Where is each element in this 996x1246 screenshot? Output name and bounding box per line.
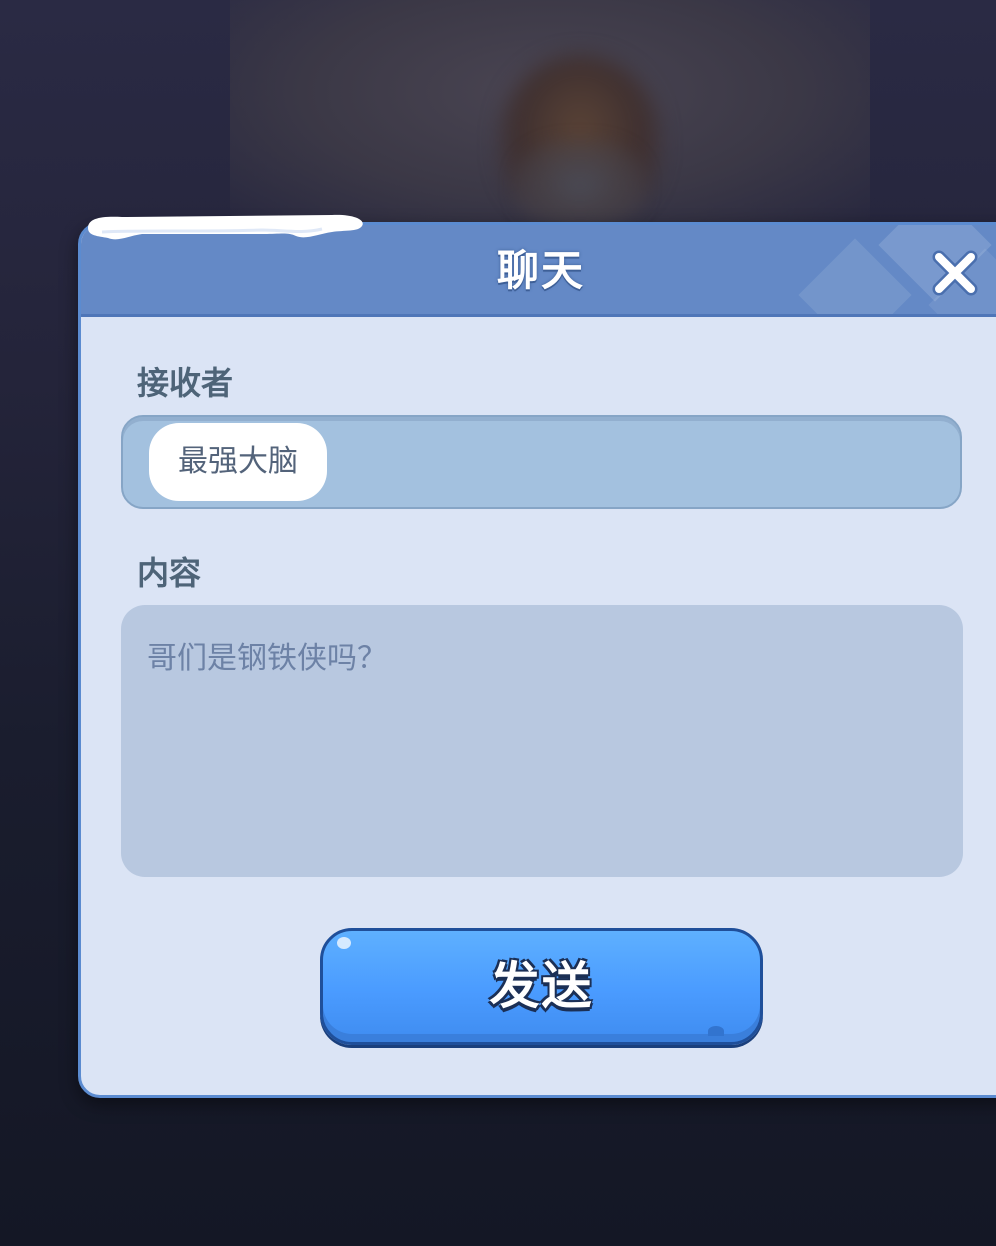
content-label: 内容 (137, 554, 202, 592)
background-character-face (515, 140, 645, 230)
recipient-label: 接收者 (137, 364, 234, 402)
recipient-field[interactable]: 最强大脑 (121, 415, 962, 509)
send-button-label: 发送 (489, 957, 594, 1015)
snow-cap-decoration (88, 214, 363, 240)
message-content-field[interactable]: 哥们是钢铁侠吗？ (121, 605, 963, 877)
close-button[interactable] (927, 245, 983, 301)
send-button[interactable]: 发送 (320, 928, 763, 1045)
close-icon (932, 250, 978, 296)
chat-dialog: 聊天 接收者 最强大脑 内容 哥们是钢铁侠吗？ 发送 (78, 222, 996, 1098)
recipient-chip[interactable]: 最强大脑 (149, 423, 327, 501)
